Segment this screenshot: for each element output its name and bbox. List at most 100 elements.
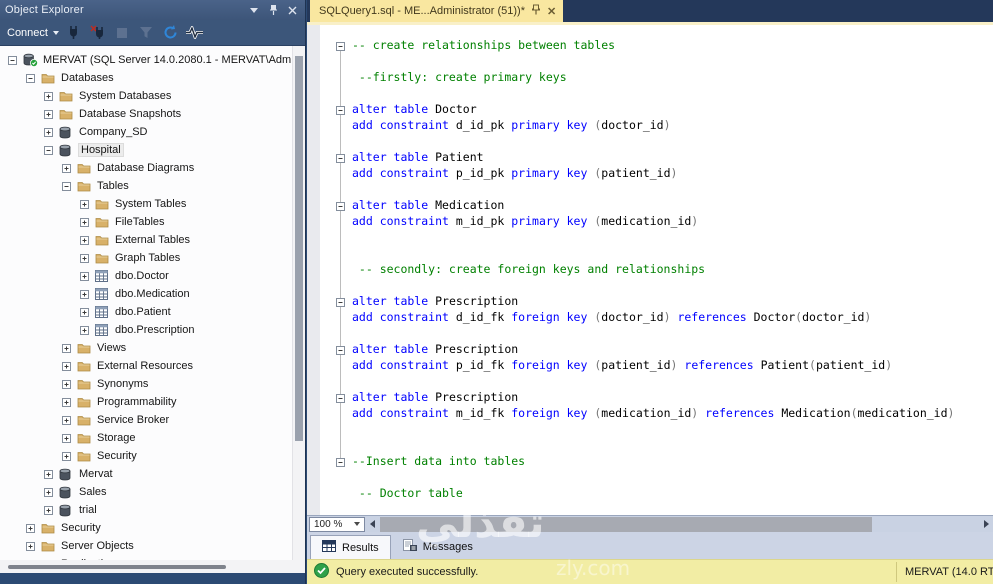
object-explorer-titlebar[interactable]: Object Explorer [0,0,305,20]
expand-icon[interactable] [62,380,71,389]
zoom-level-select[interactable]: 100 % [309,517,365,532]
scroll-right-arrow[interactable] [979,516,993,533]
tree-item-tables[interactable]: Tables [0,177,292,195]
close-icon[interactable] [284,3,300,18]
expand-icon[interactable] [44,110,53,119]
expand-icon[interactable] [44,488,53,497]
expand-icon[interactable] [44,470,53,479]
tree-item-sales[interactable]: Sales [0,483,292,501]
tree-item-security[interactable]: Security [0,447,292,465]
expand-icon[interactable] [80,200,89,209]
tree-item-graph-tables[interactable]: Graph Tables [0,249,292,267]
tree-vertical-scrollbar[interactable] [292,46,305,560]
tree-item-filetables[interactable]: FileTables [0,213,292,231]
fold-toggle-icon[interactable] [336,296,345,310]
expand-icon[interactable] [26,542,35,551]
collapse-icon[interactable] [8,56,17,65]
sql-identifier: p_id_fk [456,358,511,372]
expand-icon[interactable] [62,362,71,371]
tree-item-dbo-prescription[interactable]: dbo.Prescription [0,321,292,339]
scrollbar-thumb[interactable] [295,56,303,441]
tree-item-dbo-medication[interactable]: dbo.Medication [0,285,292,303]
expand-icon[interactable] [44,128,53,137]
sql-keyword: add constraint [352,406,456,420]
connect-button[interactable]: Connect [7,27,59,39]
tree-item-programmability[interactable]: Programmability [0,393,292,411]
fold-toggle-icon[interactable] [336,200,345,214]
sql-editor[interactable]: -- create relationships between tables -… [307,25,993,515]
scroll-left-arrow[interactable] [365,516,379,533]
tree-item-storage[interactable]: Storage [0,429,292,447]
folder-icon [95,234,110,246]
expand-icon[interactable] [80,254,89,263]
expand-icon[interactable] [80,308,89,317]
expand-icon[interactable] [44,92,53,101]
editor-horizontal-scrollbar[interactable] [379,516,979,533]
expand-icon[interactable] [62,164,71,173]
tree-item-label: Databases [61,72,114,84]
connect-plug-icon[interactable] [66,24,83,41]
collapse-icon[interactable] [26,74,35,83]
expand-icon[interactable] [62,398,71,407]
results-tab-strip: Results Messages [307,532,993,559]
fold-toggle-icon[interactable] [336,456,345,470]
tree-item-databases[interactable]: Databases [0,69,292,87]
collapse-icon[interactable] [44,146,53,155]
document-tab[interactable]: SQLQuery1.sql - ME...Administrator (51))… [310,0,563,22]
tree-item-mervat-sql-server-14-0-2080-1-[interactable]: MERVAT (SQL Server 14.0.2080.1 - MERVAT\… [0,51,292,69]
tree-item-company-sd[interactable]: Company_SD [0,123,292,141]
expand-icon[interactable] [80,290,89,299]
tree-item-database-diagrams[interactable]: Database Diagrams [0,159,292,177]
fold-toggle-icon[interactable] [336,392,345,406]
tree-item-service-broker[interactable]: Service Broker [0,411,292,429]
tree-item-trial[interactable]: trial [0,501,292,519]
expand-icon[interactable] [80,218,89,227]
fold-margin [320,181,352,197]
expand-icon[interactable] [80,326,89,335]
code-line-28 [320,469,993,485]
tree-item-views[interactable]: Views [0,339,292,357]
tree-item-dbo-patient[interactable]: dbo.Patient [0,303,292,321]
expand-icon[interactable] [80,236,89,245]
fold-toggle-icon[interactable] [336,152,345,166]
expand-icon[interactable] [62,452,71,461]
window-position-icon[interactable] [246,3,262,18]
fold-toggle-icon[interactable] [336,344,345,358]
tree-item-server-objects[interactable]: Server Objects [0,537,292,555]
tab-messages[interactable]: Messages [392,535,484,559]
tree-item-external-tables[interactable]: External Tables [0,231,292,249]
expand-icon[interactable] [26,524,35,533]
expand-icon[interactable] [62,416,71,425]
tree-item-external-resources[interactable]: External Resources [0,357,292,375]
stop-icon[interactable] [114,24,131,41]
tree-horizontal-scrollbar[interactable] [0,560,305,573]
collapse-icon[interactable] [62,182,71,191]
tree-item-mervat[interactable]: Mervat [0,465,292,483]
expand-icon[interactable] [80,272,89,281]
expand-icon[interactable] [44,506,53,515]
expand-icon[interactable] [62,344,71,353]
tree-item-synonyms[interactable]: Synonyms [0,375,292,393]
tab-results[interactable]: Results [310,535,391,559]
code-line-11: alter table Medication [320,197,993,213]
code-area[interactable]: -- create relationships between tables -… [320,25,993,515]
tree-item-system-tables[interactable]: System Tables [0,195,292,213]
filter-icon[interactable] [138,24,155,41]
activity-monitor-icon[interactable] [186,24,203,41]
fold-toggle-icon[interactable] [336,104,345,118]
scrollbar-thumb[interactable] [380,517,872,532]
tree-item-system-databases[interactable]: System Databases [0,87,292,105]
expand-icon[interactable] [62,434,71,443]
tree-item-hospital[interactable]: Hospital [0,141,292,159]
pin-icon[interactable] [265,3,281,18]
tree-item-security[interactable]: Security [0,519,292,537]
disconnect-plug-icon[interactable] [90,24,107,41]
fold-toggle-icon[interactable] [336,40,345,54]
code-line-26 [320,437,993,453]
tab-close-icon[interactable]: ✕ [547,5,556,18]
tree-item-dbo-doctor[interactable]: dbo.Doctor [0,267,292,285]
tree-item-database-snapshots[interactable]: Database Snapshots [0,105,292,123]
refresh-icon[interactable] [162,24,179,41]
tab-pin-icon[interactable] [532,4,540,18]
scrollbar-thumb[interactable] [8,565,226,569]
